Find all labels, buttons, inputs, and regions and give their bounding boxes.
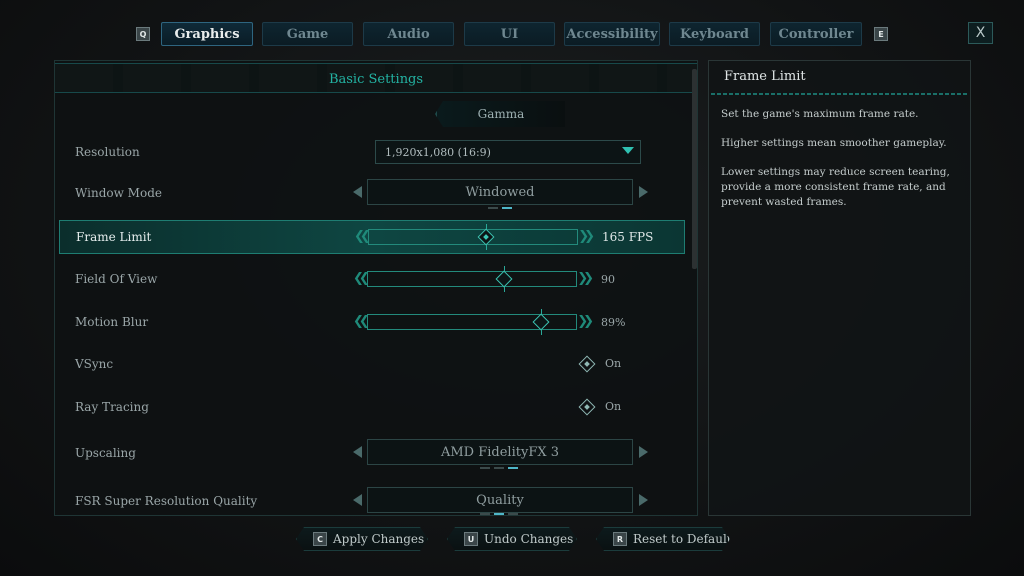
option-indicator [480, 467, 518, 469]
divider [711, 93, 968, 95]
chevron-left-icon[interactable]: ❮❮ [353, 315, 370, 329]
setting-field-of-view[interactable]: Field Of View ❮❮ ❯❯ 90 [59, 263, 685, 297]
setting-value: On [605, 357, 622, 370]
fov-slider[interactable]: ❮❮ ❯❯ [353, 266, 594, 292]
scrollbar[interactable] [692, 69, 697, 269]
key-hint: C [313, 532, 327, 546]
setting-upscaling[interactable]: Upscaling AMD FidelityFX 3 [59, 439, 685, 473]
arrow-right-icon[interactable] [639, 446, 648, 458]
tab-audio[interactable]: Audio [363, 22, 454, 46]
setting-label: Frame Limit [76, 230, 152, 244]
arrow-left-icon[interactable] [353, 494, 362, 506]
setting-label: FSR Super Resolution Quality [75, 494, 258, 508]
tab-game[interactable]: Game [262, 22, 353, 46]
tab-ui[interactable]: UI [464, 22, 555, 46]
arrow-right-icon[interactable] [639, 186, 648, 198]
option-value: Windowed [367, 179, 633, 205]
setting-vsync[interactable]: VSync On [59, 348, 685, 382]
option-value: AMD FidelityFX 3 [367, 439, 633, 465]
setting-frame-limit[interactable]: Frame Limit ❮❮ ❯❯ 165 FPS [59, 220, 685, 254]
button-label: Reset to Default [633, 532, 732, 546]
section-header: Basic Settings [55, 63, 697, 93]
button-label: Apply Changes [333, 532, 425, 546]
info-text: Lower settings may reduce screen tearing… [721, 166, 950, 208]
prev-tab-key[interactable]: Q [136, 27, 150, 41]
frame-limit-slider[interactable]: ❮❮ ❯❯ [354, 224, 595, 250]
option-indicator [488, 207, 512, 209]
close-button[interactable]: X [968, 22, 993, 44]
dropdown-value: 1,920x1,080 (16:9) [385, 146, 491, 159]
undo-changes-button[interactable]: U Undo Changes [447, 527, 577, 551]
tab-controller[interactable]: Controller [770, 22, 862, 46]
apply-changes-button[interactable]: C Apply Changes [296, 527, 428, 551]
info-text: Set the game's maximum frame rate. [721, 108, 919, 120]
setting-label: VSync [75, 357, 114, 371]
chevron-down-icon [622, 147, 634, 154]
setting-motion-blur[interactable]: Motion Blur ❮❮ ❯❯ 89% [59, 306, 685, 340]
toggle-diamond-icon[interactable] [578, 355, 596, 373]
option-indicator [480, 513, 518, 515]
setting-value: 165 FPS [602, 230, 654, 244]
resolution-dropdown[interactable]: 1,920x1,080 (16:9) [375, 140, 641, 164]
arrow-left-icon[interactable] [353, 446, 362, 458]
setting-label: Resolution [75, 145, 140, 159]
setting-value: On [605, 400, 622, 413]
chevron-right-icon[interactable]: ❯❯ [577, 315, 594, 329]
setting-label: Motion Blur [75, 315, 149, 329]
setting-label: Window Mode [75, 186, 162, 200]
tab-graphics[interactable]: Graphics [161, 22, 253, 46]
button-label: Undo Changes [484, 532, 574, 546]
tab-accessibility[interactable]: Accessibility [564, 22, 660, 46]
arrow-left-icon[interactable] [353, 186, 362, 198]
slider-track[interactable] [367, 271, 577, 287]
option-value: Quality [367, 487, 633, 513]
chevron-right-icon[interactable]: ❯❯ [577, 272, 594, 286]
key-hint: R [613, 532, 627, 546]
toggle-diamond-icon[interactable] [578, 398, 596, 416]
reset-default-button[interactable]: R Reset to Default [596, 527, 730, 551]
setting-window-mode[interactable]: Window Mode Windowed [59, 179, 685, 213]
motion-blur-slider[interactable]: ❮❮ ❯❯ [353, 309, 594, 335]
tab-keyboard[interactable]: Keyboard [669, 22, 760, 46]
info-panel: Frame Limit Set the game's maximum frame… [708, 60, 971, 516]
info-title: Frame Limit [724, 69, 806, 84]
slider-track[interactable] [368, 229, 578, 245]
setting-resolution[interactable]: Resolution 1,920x1,080 (16:9) [59, 136, 685, 170]
chevron-right-icon[interactable]: ❯❯ [578, 230, 595, 244]
info-text: Higher settings mean smoother gameplay. [721, 137, 947, 149]
arrow-right-icon[interactable] [639, 494, 648, 506]
chevron-left-icon[interactable]: ❮❮ [353, 272, 370, 286]
setting-label: Field Of View [75, 272, 158, 286]
setting-label: Upscaling [75, 446, 136, 460]
setting-value: 90 [601, 273, 615, 286]
key-hint: U [464, 532, 478, 546]
setting-fsr-quality[interactable]: FSR Super Resolution Quality Quality [59, 487, 685, 515]
setting-label: Ray Tracing [75, 400, 149, 414]
setting-ray-tracing[interactable]: Ray Tracing On [59, 391, 685, 425]
gamma-button[interactable]: Gamma [435, 101, 565, 127]
next-tab-key[interactable]: E [874, 27, 888, 41]
setting-value: 89% [601, 316, 626, 329]
settings-panel: Basic Settings Gamma Resolution 1,920x1,… [54, 60, 698, 516]
chevron-left-icon[interactable]: ❮❮ [354, 230, 371, 244]
section-title: Basic Settings [328, 72, 424, 87]
